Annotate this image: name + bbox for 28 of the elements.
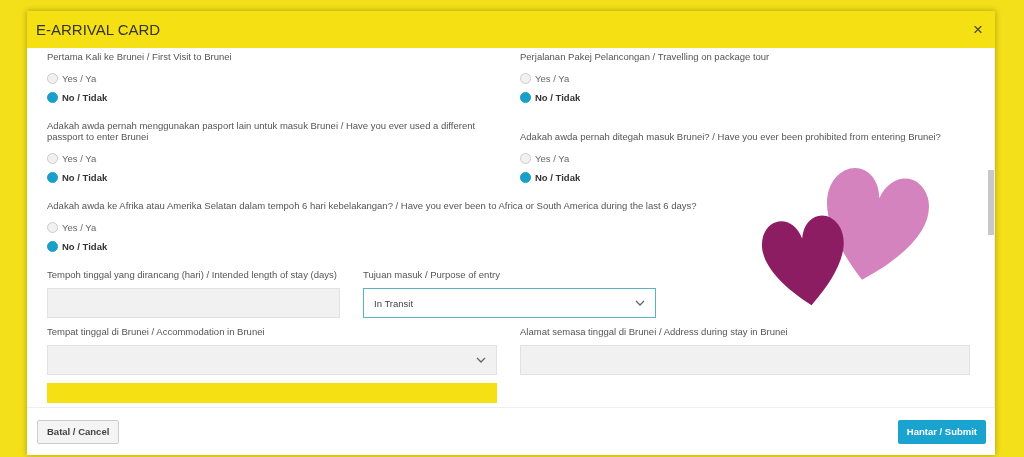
field-label: Alamat semasa tinggal di Brunei / Address during stay in Brunei (520, 326, 789, 337)
field-label: Tempoh tinggal yang dirancang (hari) / Intended length of stay (days) (47, 269, 338, 280)
cancel-button[interactable]: Batal / Cancel (37, 419, 120, 444)
radio-option[interactable]: Yes / Ya (47, 218, 97, 237)
question-label: Pertama Kali ke Brunei / First Visit to Brunei (47, 51, 233, 62)
chevron-down-icon (476, 357, 486, 363)
radio-option[interactable]: Yes / Ya (47, 149, 97, 168)
chevron-down-icon (635, 300, 645, 306)
input-field[interactable] (47, 288, 340, 318)
radio-option[interactable]: No / Tidak (520, 168, 581, 187)
question-label: Perjalanan Pakej Pelancongan / Travelling on package tour (520, 51, 771, 62)
radio-option[interactable]: Yes / Ya (47, 69, 97, 88)
field-label: Tempat tinggal di Brunei / Accommodation in Brunei (47, 326, 266, 337)
dialog-title: E-ARRIVAL CARD (36, 21, 161, 38)
question-label: Adakah awda pernah ditegah masuk Brunei? / Have you ever been prohibited from entering Brunei? (520, 131, 942, 142)
select-field[interactable] (47, 345, 497, 375)
input-field[interactable] (520, 345, 970, 375)
radio-option[interactable]: Yes / Ya (520, 149, 570, 168)
radio-option[interactable]: No / Tidak (520, 88, 581, 107)
question-label: Adakah awda pernah menggunakan pasport lain untuk masuk Brunei / Have you ever used a different passport to enter Brunei (47, 120, 477, 142)
radio-option[interactable]: Yes / Ya (520, 69, 570, 88)
field-label: Tujuan masuk / Purpose of entry (363, 269, 501, 280)
select-field[interactable]: In Transit (363, 288, 656, 318)
radio-option[interactable]: No / Tidak (47, 168, 108, 187)
question-label: Adakah awda ke Afrika atau Amerika Selatan dalam tempoh 6 hari kebelakangan? / Have you ever been to Africa or South America during the last 6 days? (47, 200, 698, 211)
close-button[interactable]: × (971, 19, 985, 40)
radio-option[interactable]: No / Tidak (47, 88, 108, 107)
radio-option[interactable]: No / Tidak (47, 237, 108, 256)
